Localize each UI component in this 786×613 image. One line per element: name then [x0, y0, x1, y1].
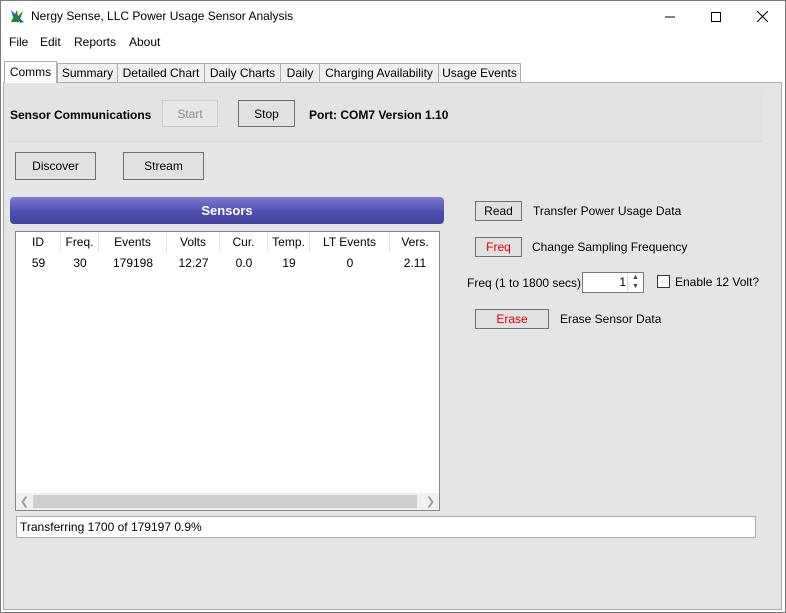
scroll-right-icon[interactable]: ❯ — [422, 493, 439, 510]
cell-freq: 30 — [73, 256, 87, 270]
tab-detailed-chart[interactable]: Detailed Chart — [117, 63, 205, 82]
menu-bar: File Edit Reports About — [1, 32, 785, 54]
freq-value: 1 — [619, 275, 626, 289]
scroll-left-icon[interactable]: ❮ — [16, 493, 33, 510]
erase-button[interactable]: Erase — [475, 309, 549, 329]
cell-id: 59 — [31, 256, 46, 270]
close-button[interactable] — [739, 1, 785, 32]
status-box: Transferring 1700 of 179197 0.9% — [16, 516, 756, 538]
scrollbar-thumb[interactable] — [33, 495, 417, 508]
minimize-icon — [665, 16, 675, 17]
stream-button[interactable]: Stream — [123, 152, 204, 180]
menu-edit[interactable]: Edit — [40, 35, 61, 49]
cell-temp: 19 — [282, 256, 296, 270]
spin-down-icon[interactable]: ▼ — [628, 282, 643, 291]
minimize-button[interactable] — [647, 1, 693, 32]
app-window: Nergy Sense, LLC Power Usage Sensor Anal… — [0, 0, 786, 613]
comms-panel: Sensor Communications Start Stop Port: C… — [3, 82, 782, 610]
tab-daily[interactable]: Daily — [280, 63, 320, 82]
discover-button[interactable]: Discover — [15, 152, 96, 180]
close-icon — [756, 11, 768, 22]
freq-description: Change Sampling Frequency — [532, 240, 688, 254]
tab-comms[interactable]: Comms — [4, 61, 57, 83]
cell-events: 179198 — [112, 256, 154, 270]
freq-spin-buttons: ▲ ▼ — [627, 273, 643, 292]
enable-12-volt-label: Enable 12 Volt? — [675, 275, 760, 289]
menu-about[interactable]: About — [129, 35, 160, 49]
menu-file[interactable]: File — [9, 35, 28, 49]
tab-strip: Comms Summary Detailed Chart Daily Chart… — [1, 61, 785, 83]
freq-button[interactable]: Freq — [475, 237, 522, 257]
title-bar: Nergy Sense, LLC Power Usage Sensor Anal… — [1, 1, 785, 32]
column-cur[interactable]: Cur. — [220, 232, 268, 252]
tab-usage-events[interactable]: Usage Events — [438, 63, 521, 82]
window-title: Nergy Sense, LLC Power Usage Sensor Anal… — [31, 9, 294, 23]
column-events[interactable]: Events — [99, 232, 167, 252]
read-description: Transfer Power Usage Data — [533, 204, 682, 218]
freq-range-label: Freq (1 to 1800 secs) — [467, 276, 582, 290]
cell-vers: 2.11 — [403, 256, 427, 270]
tab-charging-availability[interactable]: Charging Availability — [319, 63, 439, 82]
start-button[interactable]: Start — [162, 100, 218, 127]
sensors-list[interactable]: ID Freq. Events Volts Cur. Temp. LT Even… — [15, 231, 440, 511]
column-id[interactable]: ID — [16, 232, 61, 252]
column-volts[interactable]: Volts — [167, 232, 220, 252]
erase-description: Erase Sensor Data — [560, 312, 662, 326]
cell-lt-events: 0 — [346, 256, 354, 270]
spin-up-icon[interactable]: ▲ — [628, 273, 643, 282]
sensor-communications-label: Sensor Communications — [10, 108, 152, 122]
enable-12-volt-checkbox[interactable] — [657, 275, 670, 288]
maximize-button[interactable] — [693, 1, 739, 32]
tab-daily-charts[interactable]: Daily Charts — [204, 63, 281, 82]
menu-reports[interactable]: Reports — [74, 35, 116, 49]
column-freq[interactable]: Freq. — [61, 232, 99, 252]
tab-summary[interactable]: Summary — [57, 63, 118, 82]
column-temp[interactable]: Temp. — [268, 232, 310, 252]
sensor-communications-bar: Sensor Communications Start Stop Port: C… — [8, 89, 763, 142]
sensors-list-header: ID Freq. Events Volts Cur. Temp. LT Even… — [16, 232, 439, 252]
app-logo-icon — [9, 8, 25, 24]
cell-cur: 0.0 — [235, 256, 253, 270]
column-vers[interactable]: Vers. — [390, 232, 440, 252]
freq-stepper[interactable]: 1 ▲ ▼ — [582, 272, 644, 293]
table-row[interactable]: 59 30 179198 12.27 0.0 19 0 2.11 — [16, 254, 439, 272]
maximize-icon — [711, 11, 721, 22]
stop-button[interactable]: Stop — [238, 100, 295, 127]
horizontal-scrollbar[interactable]: ❮ ❯ — [16, 493, 439, 510]
port-version-label: Port: COM7 Version 1.10 — [309, 108, 449, 122]
column-lt-events[interactable]: LT Events — [310, 232, 390, 252]
sensors-header: Sensors — [10, 197, 444, 224]
read-button[interactable]: Read — [475, 201, 522, 221]
cell-volts: 12.27 — [178, 256, 209, 270]
